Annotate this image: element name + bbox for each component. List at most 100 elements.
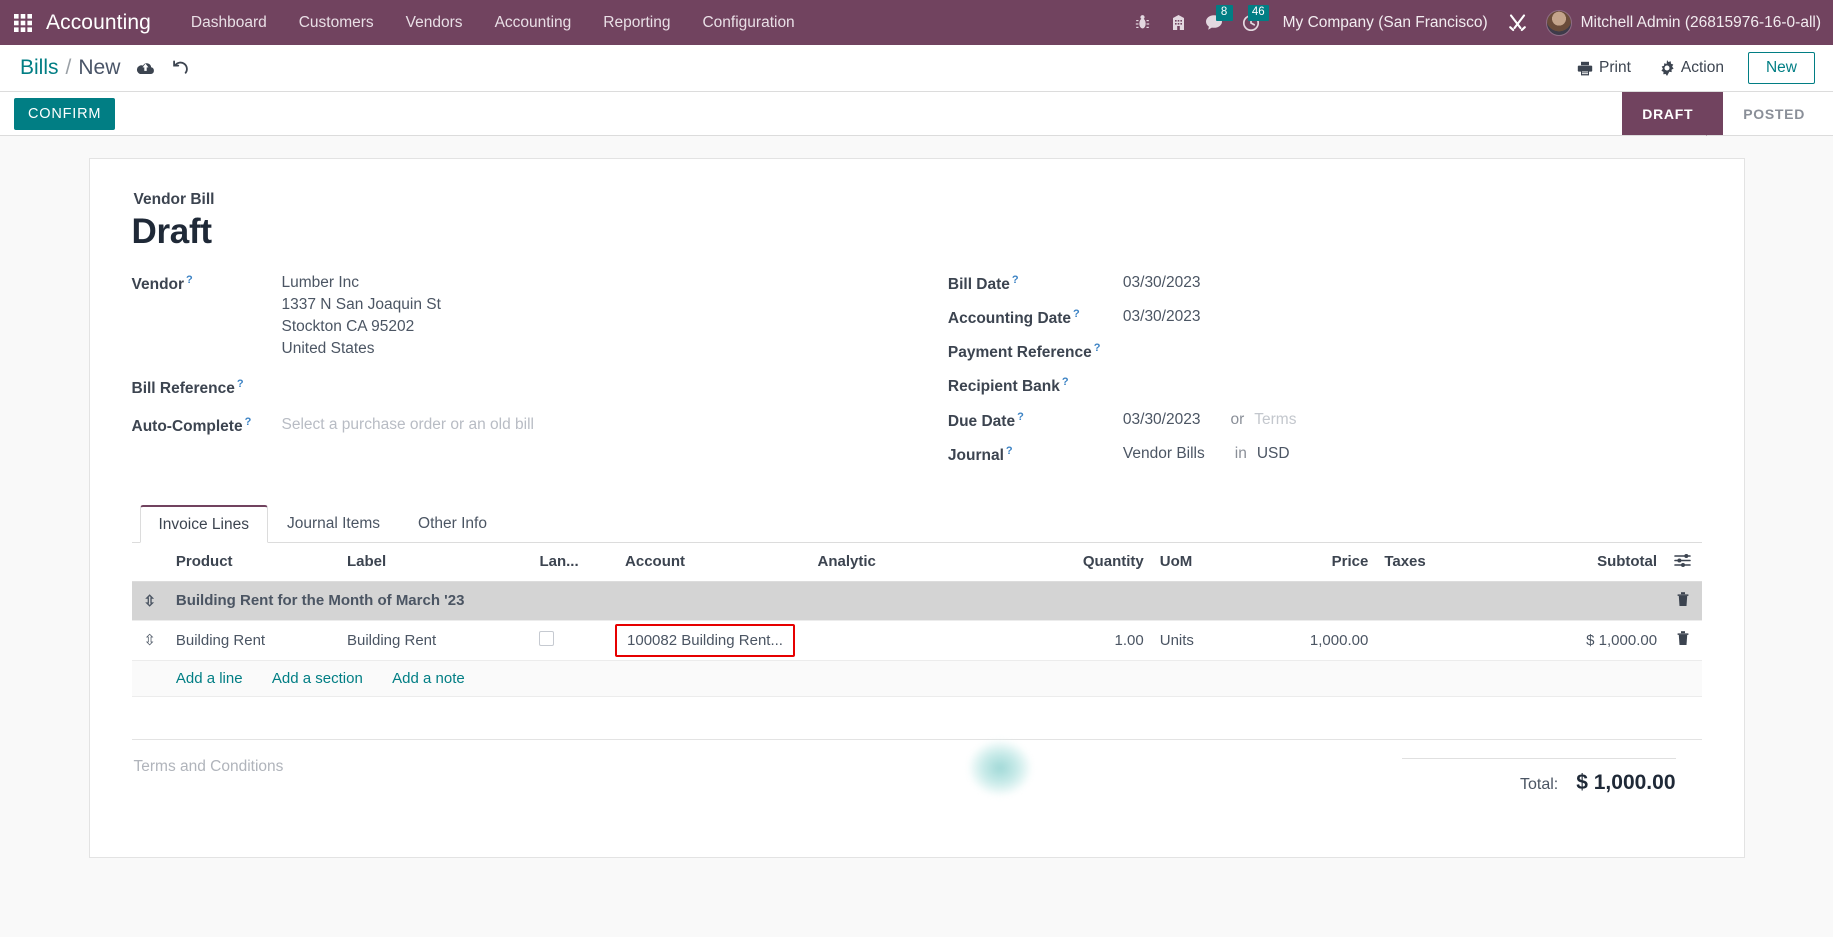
landed-cost-checkbox[interactable] [539,630,555,646]
add-a-line-button[interactable]: Add a line [176,670,243,687]
undo-icon[interactable] [171,60,189,77]
help-icon[interactable]: ? [245,416,252,428]
confirm-button[interactable]: CONFIRM [14,97,116,130]
drag-handle-icon[interactable]: ⇳ [131,581,168,621]
cell-product[interactable]: Building Rent [167,620,339,661]
menu-item-dashboard[interactable]: Dashboard [175,8,283,38]
menu-item-customers[interactable]: Customers [283,8,390,38]
control-panel: Bills / New Print Action New [0,45,1833,92]
company-switcher[interactable]: My Company (San Francisco) [1269,14,1500,32]
apps-grid-icon[interactable] [6,6,40,40]
breadcrumb-bills[interactable]: Bills [20,56,59,80]
payment-reference-input[interactable] [1123,342,1303,362]
table-header-row: Product Label Lan... Account Analytic Qu… [131,542,1702,582]
field-vendor: Vendor? Lumber Inc 1337 N San Joaquin St… [132,274,948,360]
menu-item-configuration[interactable]: Configuration [686,8,810,38]
th-quantity[interactable]: Quantity [1044,542,1152,582]
section-row[interactable]: ⇳ Building Rent for the Month of March '… [131,581,1702,621]
cloud-upload-icon[interactable] [136,60,155,77]
journal-input[interactable]: Vendor Bills [1123,445,1205,465]
menu-item-vendors[interactable]: Vendors [390,8,479,38]
th-taxes[interactable]: Taxes [1376,542,1516,582]
add-a-section-button[interactable]: Add a section [272,670,363,687]
due-date-input[interactable]: 03/30/2023 [1123,411,1201,431]
help-icon[interactable]: ? [1073,308,1080,320]
th-product[interactable]: Product [167,542,339,582]
th-landed[interactable]: Lan... [531,542,618,582]
wrench-tools-icon[interactable] [1500,7,1536,39]
help-icon[interactable]: ? [1017,411,1024,423]
print-button[interactable]: Print [1563,53,1645,83]
th-price[interactable]: Price [1247,542,1377,582]
cell-landed-cost[interactable] [531,620,618,661]
drag-handle-icon[interactable]: ⇳ [131,620,168,661]
new-button[interactable]: New [1747,52,1815,84]
th-uom[interactable]: UoM [1151,542,1248,582]
bill-reference-label: Bill Reference? [131,378,244,398]
action-button[interactable]: Action [1645,53,1738,83]
activity-clock-icon[interactable]: 46 [1233,4,1269,39]
due-date-label: Due Date? [947,410,1024,430]
form-sheet: Vendor Bill Draft Vendor? Lumber Inc 133… [88,158,1745,858]
menu-item-reporting[interactable]: Reporting [587,8,686,38]
th-label[interactable]: Label [338,542,532,582]
payment-terms-input[interactable]: Terms [1254,411,1296,429]
currency-value[interactable]: USD [1257,445,1290,465]
status-step-draft[interactable]: DRAFT [1622,92,1724,136]
section-title[interactable]: Building Rent for the Month of March '23 [167,581,1666,621]
th-analytic[interactable]: Analytic [809,542,1045,582]
help-icon[interactable]: ? [237,378,244,390]
help-icon[interactable]: ? [1094,342,1101,354]
help-icon[interactable]: ? [1062,376,1069,388]
trash-icon[interactable] [1665,581,1702,621]
terms-and-conditions-input[interactable]: Terms and Conditions [134,758,284,775]
account-field-highlight[interactable]: 100082 Building Rent... [615,623,795,657]
help-icon[interactable]: ? [186,274,193,286]
bug-icon[interactable] [1125,7,1161,39]
bill-date-input[interactable]: 03/30/2023 [1123,274,1201,294]
tab-journal-items[interactable]: Journal Items [268,505,399,543]
vendor-value-group: Lumber Inc 1337 N San Joaquin St Stockto… [282,274,441,360]
chat-icon[interactable]: 8 [1197,4,1233,39]
document-type-label: Vendor Bill [133,191,215,208]
printer-icon [1577,61,1593,75]
add-a-note-button[interactable]: Add a note [392,670,465,687]
cell-label[interactable]: Building Rent [338,620,532,661]
fields-grid: Vendor? Lumber Inc 1337 N San Joaquin St… [132,274,1702,479]
breadcrumb-separator: / [65,56,72,79]
tab-other-info[interactable]: Other Info [399,505,506,543]
table-row[interactable]: ⇳ Building Rent Building Rent 100082 Bui… [131,620,1702,661]
bill-reference-input[interactable] [282,378,462,398]
trash-icon[interactable] [1665,620,1702,661]
tab-invoice-lines[interactable]: Invoice Lines [139,504,268,543]
cell-price[interactable]: 1,000.00 [1247,620,1377,661]
user-menu[interactable]: Mitchell Admin (26815976-16-0-all) [1572,14,1821,32]
field-recipient-bank: Recipient Bank? [948,376,1702,396]
app-brand-name[interactable]: Accounting [40,11,161,35]
notebook: Invoice Lines Journal Items Other Info P… [131,504,1702,739]
accounting-date-input[interactable]: 03/30/2023 [1123,308,1201,328]
th-account[interactable]: Account [617,542,810,582]
cell-taxes[interactable] [1376,620,1516,661]
help-icon[interactable]: ? [1012,274,1019,286]
cell-uom[interactable]: Units [1151,620,1248,661]
vendor-address-line-2: Stockton CA 95202 [281,318,415,335]
help-icon[interactable]: ? [1006,445,1013,457]
gear-icon [1661,60,1674,76]
breadcrumb: Bills / New [20,56,120,80]
cell-quantity[interactable]: 1.00 [1044,620,1152,661]
cell-analytic[interactable] [809,620,1045,661]
status-step-posted[interactable]: POSTED [1723,92,1833,135]
chat-badge-count: 8 [1215,4,1233,21]
recipient-bank-input[interactable] [1123,376,1303,396]
auto-complete-input[interactable]: Select a purchase order or an old bill [282,416,534,434]
field-due-date: Due Date? 03/30/2023 or Terms [948,411,1702,431]
cell-account[interactable]: 100082 Building Rent... [615,620,810,661]
th-subtotal[interactable]: Subtotal [1515,542,1666,582]
vendor-name[interactable]: Lumber Inc [282,274,441,294]
avatar[interactable] [1545,9,1572,36]
optional-columns-toggle[interactable] [1665,542,1702,582]
building-icon[interactable] [1161,7,1197,39]
menu-item-accounting[interactable]: Accounting [479,8,588,38]
vendor-address-line-3: United States [281,340,375,357]
